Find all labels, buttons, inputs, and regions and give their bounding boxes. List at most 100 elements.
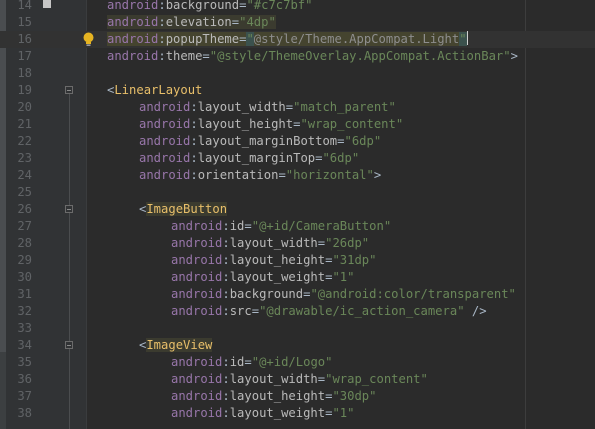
code-line[interactable]: 24 android:orientation="horizontal"> <box>0 167 595 184</box>
code-token: : <box>222 372 230 386</box>
code-token: android <box>139 151 191 165</box>
code-token: layout_width <box>197 100 286 114</box>
fold-marker-icon[interactable] <box>65 86 73 94</box>
code-line[interactable]: 27 android:id="@+id/CameraButton" <box>0 218 595 235</box>
line-number: 28 <box>17 236 32 250</box>
code-line[interactable]: 34 <ImageView <box>0 337 595 354</box>
code-line[interactable]: 16 android:popupTheme="@style/Theme.AppCo… <box>0 31 595 48</box>
line-number: 22 <box>17 134 32 148</box>
fold-marker-icon[interactable] <box>65 205 73 213</box>
code-text: android:src="@drawable/ic_action_camera"… <box>171 303 487 320</box>
code-line[interactable]: 36 android:layout_width="wrap_content" <box>0 371 595 388</box>
code-token: : <box>222 304 230 318</box>
code-token: @style/Theme.AppCompat.Light <box>253 32 460 46</box>
code-token: android <box>107 0 159 12</box>
code-token: ImageView <box>146 338 213 352</box>
code-token: : <box>222 270 230 284</box>
code-token: : <box>190 134 198 148</box>
code-token: android <box>139 134 191 148</box>
code-token: "6dp" <box>344 134 382 148</box>
code-token: : <box>190 151 198 165</box>
code-line[interactable]: 38 android:layout_weight="1" <box>0 405 595 422</box>
line-number: 20 <box>17 100 32 114</box>
code-text: android:layout_height="wrap_content" <box>139 116 403 133</box>
line-number: 27 <box>17 219 32 233</box>
line-number: 26 <box>17 202 32 216</box>
code-token: android <box>171 406 223 420</box>
code-token: LinearLayout <box>114 83 203 97</box>
code-token: android <box>107 32 159 46</box>
code-text: android:id="@+id/Logo" <box>171 354 332 371</box>
code-token: : <box>190 117 198 131</box>
code-line[interactable]: 37 android:layout_height="30dp" <box>0 388 595 405</box>
code-text: android:layout_height="30dp" <box>171 388 376 405</box>
code-text: android:layout_marginBottom="6dp" <box>139 133 381 150</box>
code-token: : <box>222 236 230 250</box>
code-token: "1" <box>332 406 355 420</box>
code-text: android:popupTheme="@style/Theme.AppComp… <box>107 31 468 48</box>
text-caret <box>466 31 468 45</box>
code-token: "horizontal" <box>285 168 374 182</box>
code-line[interactable]: 35 android:id="@+id/Logo" <box>0 354 595 371</box>
code-token: background <box>229 287 304 301</box>
line-number: 14 <box>17 0 32 12</box>
line-number: 31 <box>17 287 32 301</box>
code-text: <LinearLayout <box>107 82 202 99</box>
code-token: /> <box>464 304 487 318</box>
code-line[interactable]: 20 android:layout_width="match_parent" <box>0 99 595 116</box>
code-token: = <box>202 49 210 63</box>
fold-marker-icon[interactable] <box>65 341 73 349</box>
code-line[interactable]: 14 android:background="#c7c7bf" <box>0 0 595 14</box>
code-text: <ImageView <box>139 337 213 354</box>
line-number: 15 <box>17 15 32 29</box>
line-number: 16 <box>17 32 32 46</box>
code-line[interactable]: 21 android:layout_height="wrap_content" <box>0 116 595 133</box>
code-line[interactable]: 31 android:background="@android:color/tra… <box>0 286 595 303</box>
code-token: "@+id/Logo" <box>251 355 333 369</box>
code-line[interactable]: 33 <box>0 320 595 337</box>
code-token: "30dp" <box>332 389 377 403</box>
code-token: "31dp" <box>332 253 377 267</box>
code-line[interactable]: 15 android:elevation="4dp" <box>0 14 595 31</box>
code-token: ImageButton <box>146 202 228 216</box>
code-token: layout_height <box>229 253 326 267</box>
code-line[interactable]: 22 android:layout_marginBottom="6dp" <box>0 133 595 150</box>
code-token: "@+id/CameraButton" <box>251 219 392 233</box>
code-token: android <box>139 117 191 131</box>
code-token: android <box>139 168 191 182</box>
code-editor[interactable]: 14 android:background="#c7c7bf" 15 android:… <box>0 0 595 429</box>
line-number: 19 <box>17 83 32 97</box>
code-line[interactable]: 28 android:layout_width="26dp" <box>0 235 595 252</box>
code-line[interactable]: 25 <box>0 184 595 201</box>
code-token: "@android:color/transparent" <box>310 287 516 301</box>
code-token: = <box>244 219 252 233</box>
code-token: : <box>222 219 230 233</box>
code-token: android <box>171 236 223 250</box>
code-line[interactable]: 32 android:src="@drawable/ic_action_camer… <box>0 303 595 320</box>
code-line[interactable]: 26 <ImageButton <box>0 201 595 218</box>
bookmark-icon[interactable] <box>43 0 51 8</box>
code-text: android:layout_weight="1" <box>171 405 354 422</box>
code-text: android:background="@android:color/trans… <box>171 286 516 303</box>
code-token: : <box>190 100 198 114</box>
line-number: 36 <box>17 372 32 386</box>
line-number: 37 <box>17 389 32 403</box>
line-number: 29 <box>17 253 32 267</box>
code-line[interactable]: 29 android:layout_height="31dp" <box>0 252 595 269</box>
code-line[interactable]: 30 android:layout_weight="1" <box>0 269 595 286</box>
code-line[interactable]: 18 <box>0 65 595 82</box>
code-text: android:id="@+id/CameraButton" <box>171 218 391 235</box>
code-token: "@drawable/ic_action_camera" <box>259 304 465 318</box>
code-text: android:orientation="horizontal"> <box>139 167 381 184</box>
code-text: android:layout_width="26dp" <box>171 235 369 252</box>
code-line[interactable]: 23 android:layout_marginTop="6dp" <box>0 150 595 167</box>
code-line[interactable]: 17 android:theme="@style/ThemeOverlay.App… <box>0 48 595 65</box>
code-token: id <box>229 355 245 369</box>
code-token: : <box>158 49 166 63</box>
lightbulb-icon[interactable] <box>81 32 96 47</box>
line-number: 18 <box>17 66 32 80</box>
code-token: layout_marginTop <box>197 151 316 165</box>
code-token: "#c7c7bf" <box>246 0 313 12</box>
code-line[interactable]: 19 <LinearLayout <box>0 82 595 99</box>
code-token: layout_width <box>229 236 318 250</box>
